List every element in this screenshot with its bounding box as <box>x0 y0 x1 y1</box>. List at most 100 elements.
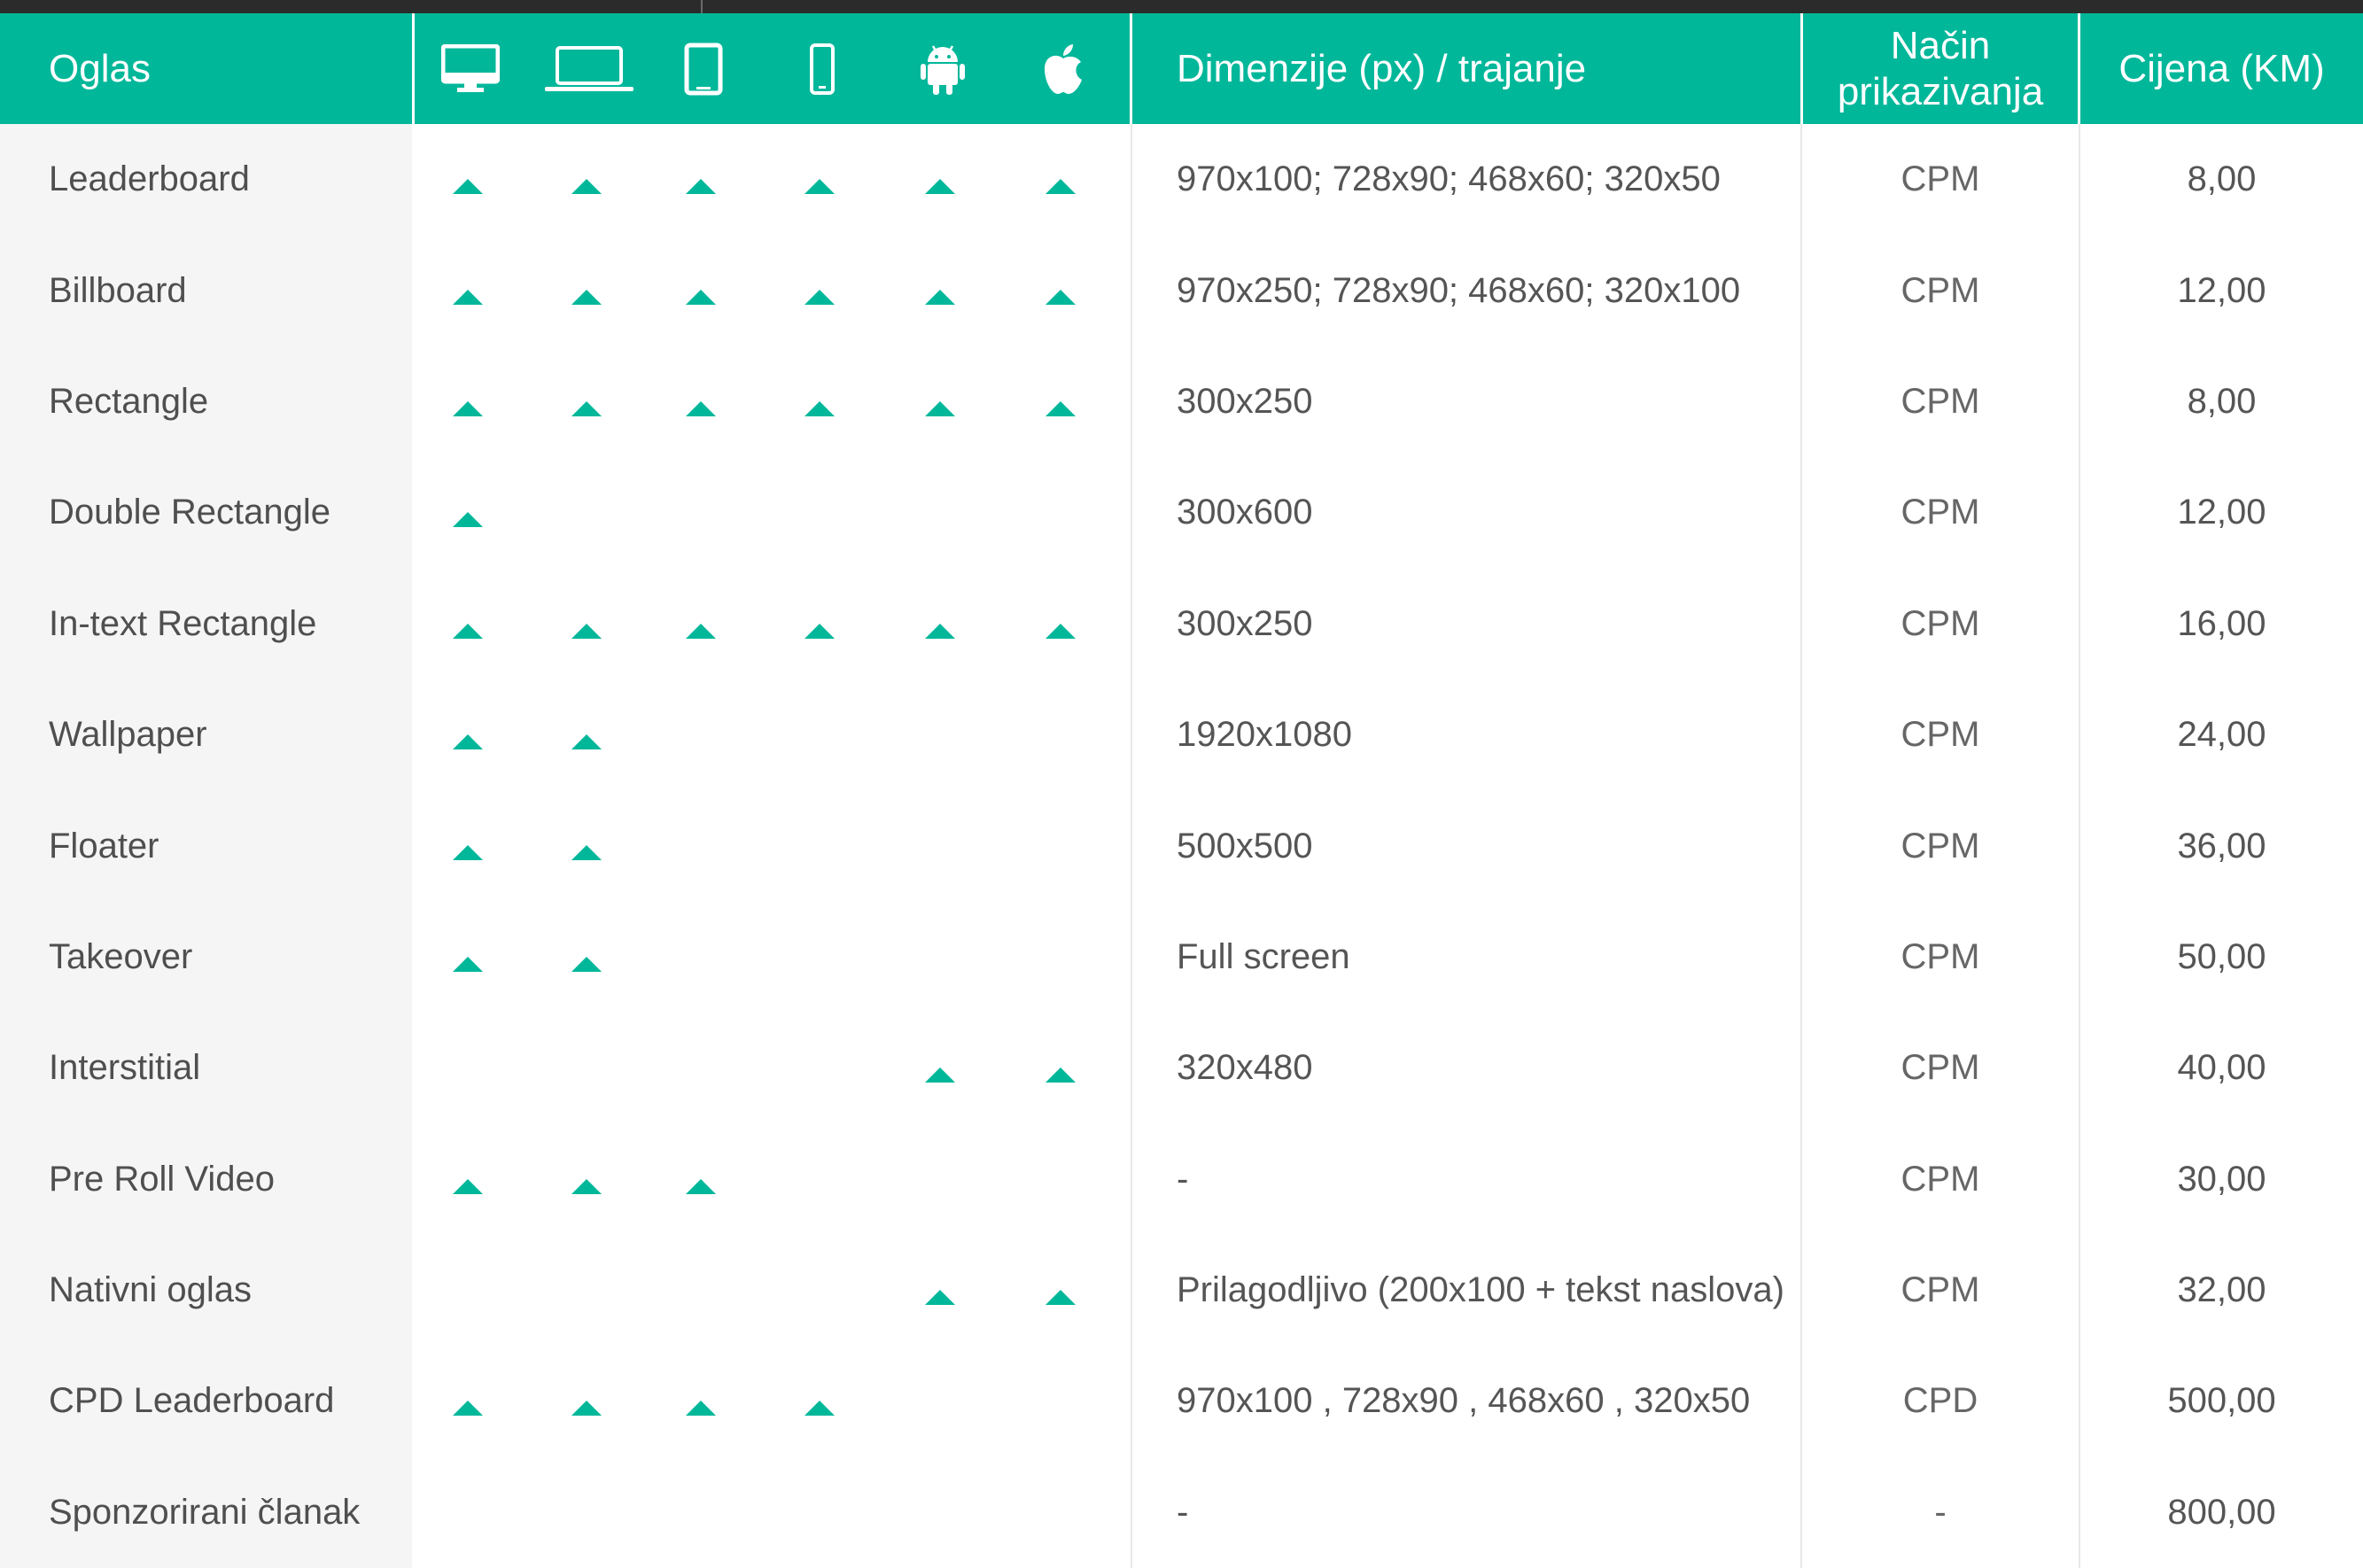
ad-display-mode: CPM <box>1800 457 2080 569</box>
device-availability <box>412 901 1132 1013</box>
available-desktop-marker-icon <box>453 956 483 972</box>
table-row: Pre Roll Video - CPM 30,00 <box>0 1123 2363 1235</box>
header-mode-label-line1: Način <box>1890 23 1991 67</box>
table-row: Sponzorirani članak - - 800,00 <box>0 1456 2363 1568</box>
available-apple-marker-icon <box>1045 623 1076 639</box>
table-row: CPD Leaderboard 970x100 , 728x90 , 468x60… <box>0 1346 2363 1457</box>
desktop-icon <box>441 43 500 92</box>
ad-price: 8,00 <box>2187 159 2257 199</box>
android-icon <box>921 44 965 95</box>
table-row: Double Rectangle 300x600 CPM 12,00 <box>0 457 2363 569</box>
ad-dimensions: 500x500 <box>1177 826 1313 866</box>
available-desktop-marker-icon <box>453 1401 483 1417</box>
ad-display-mode: CPM <box>1800 124 2080 236</box>
ad-dimensions: 300x250 <box>1177 381 1313 421</box>
ad-name: Pre Roll Video <box>0 1123 412 1235</box>
available-apple-marker-icon <box>1045 400 1076 416</box>
available-android-marker-icon <box>925 1067 955 1083</box>
ad-dimensions: Full screen <box>1177 936 1350 976</box>
ad-display-mode: CPM <box>1800 679 2080 791</box>
top-bar <box>0 0 2363 13</box>
available-laptop-marker-icon <box>571 956 602 972</box>
table-row: Rectangle 300x250 CPM 8,00 <box>0 345 2363 458</box>
available-android-marker-icon <box>925 1289 955 1305</box>
ad-name: Sponzorirani članak <box>0 1456 412 1568</box>
ad-name: Rectangle <box>0 345 412 458</box>
ad-price: 12,00 <box>2177 270 2266 310</box>
table-row: Takeover Full screen CPM 50,00 <box>0 901 2363 1013</box>
available-laptop-marker-icon <box>571 1178 602 1194</box>
available-desktop-marker-icon <box>453 400 483 416</box>
ad-price: 12,00 <box>2177 493 2266 532</box>
tablet-icon <box>684 43 723 95</box>
ad-display-mode: CPM <box>1800 1123 2080 1235</box>
available-desktop-marker-icon <box>453 512 483 528</box>
available-tablet-marker-icon <box>686 623 716 639</box>
ad-name: CPD Leaderboard <box>0 1346 412 1457</box>
available-laptop-marker-icon <box>571 179 602 194</box>
device-availability <box>412 124 1132 236</box>
laptop-icon <box>545 45 634 91</box>
table-body: Leaderboard 970x100; 728x90; 468x60; 320x… <box>0 124 2363 1568</box>
ad-display-mode: - <box>1800 1456 2080 1568</box>
ad-name: Floater <box>0 790 412 902</box>
ad-price: 500,00 <box>2167 1381 2276 1421</box>
device-availability <box>412 1346 1132 1457</box>
available-laptop-marker-icon <box>571 845 602 861</box>
ad-price: 36,00 <box>2177 826 2266 866</box>
ad-name: Double Rectangle <box>0 457 412 569</box>
device-availability <box>412 1013 1132 1124</box>
available-tablet-marker-icon <box>686 1401 716 1417</box>
ad-dimensions: 970x100 , 728x90 , 468x60 , 320x50 <box>1177 1381 1751 1421</box>
available-laptop-marker-icon <box>571 400 602 416</box>
device-availability <box>412 1456 1132 1568</box>
available-phone-marker-icon <box>805 623 835 639</box>
available-android-marker-icon <box>925 400 955 416</box>
ad-display-mode: CPM <box>1800 1234 2080 1347</box>
table-row: Leaderboard 970x100; 728x90; 468x60; 320x… <box>0 124 2363 236</box>
ad-dimensions: - <box>1177 1159 1189 1199</box>
ad-display-mode: CPM <box>1800 568 2080 679</box>
ad-dimensions: - <box>1177 1492 1189 1532</box>
ad-dimensions: 320x480 <box>1177 1048 1313 1088</box>
top-bar-divider <box>701 0 703 13</box>
ad-price: 24,00 <box>2177 715 2266 755</box>
ad-display-mode: CPM <box>1800 790 2080 902</box>
available-apple-marker-icon <box>1045 1289 1076 1305</box>
table-row: Floater 500x500 CPM 36,00 <box>0 790 2363 902</box>
table-row: Interstitial 320x480 CPM 40,00 <box>0 1013 2363 1124</box>
device-availability <box>412 1234 1132 1347</box>
available-phone-marker-icon <box>805 179 835 194</box>
ad-name: Leaderboard <box>0 124 412 236</box>
header-devices <box>412 13 1132 124</box>
header-ad-label: Oglas <box>49 46 151 90</box>
available-android-marker-icon <box>925 179 955 194</box>
available-laptop-marker-icon <box>571 623 602 639</box>
available-laptop-marker-icon <box>571 290 602 306</box>
available-desktop-marker-icon <box>453 623 483 639</box>
table-row: In-text Rectangle 300x250 CPM 16,00 <box>0 568 2363 679</box>
available-phone-marker-icon <box>805 1401 835 1417</box>
ad-price: 50,00 <box>2177 936 2266 976</box>
available-tablet-marker-icon <box>686 290 716 306</box>
table-header: Oglas Dimenzije (px) / trajanje Način pr… <box>0 13 2363 124</box>
available-desktop-marker-icon <box>453 179 483 194</box>
ad-name: Interstitial <box>0 1013 412 1124</box>
ad-dimensions: 300x600 <box>1177 493 1313 532</box>
ad-price: 8,00 <box>2187 381 2257 421</box>
device-availability <box>412 457 1132 569</box>
ad-display-mode: CPD <box>1800 1346 2080 1457</box>
phone-icon <box>810 43 835 95</box>
device-availability <box>412 568 1132 679</box>
available-desktop-marker-icon <box>453 290 483 306</box>
ad-display-mode: CPM <box>1800 235 2080 346</box>
available-desktop-marker-icon <box>453 734 483 749</box>
ad-dimensions: 970x250; 728x90; 468x60; 320x100 <box>1177 270 1741 310</box>
available-desktop-marker-icon <box>453 1178 483 1194</box>
ad-name: Nativni oglas <box>0 1234 412 1347</box>
available-phone-marker-icon <box>805 290 835 306</box>
available-android-marker-icon <box>925 623 955 639</box>
header-mode-label: Način prikazivanja <box>1800 13 2080 124</box>
available-tablet-marker-icon <box>686 1178 716 1194</box>
ad-name: Wallpaper <box>0 679 412 791</box>
